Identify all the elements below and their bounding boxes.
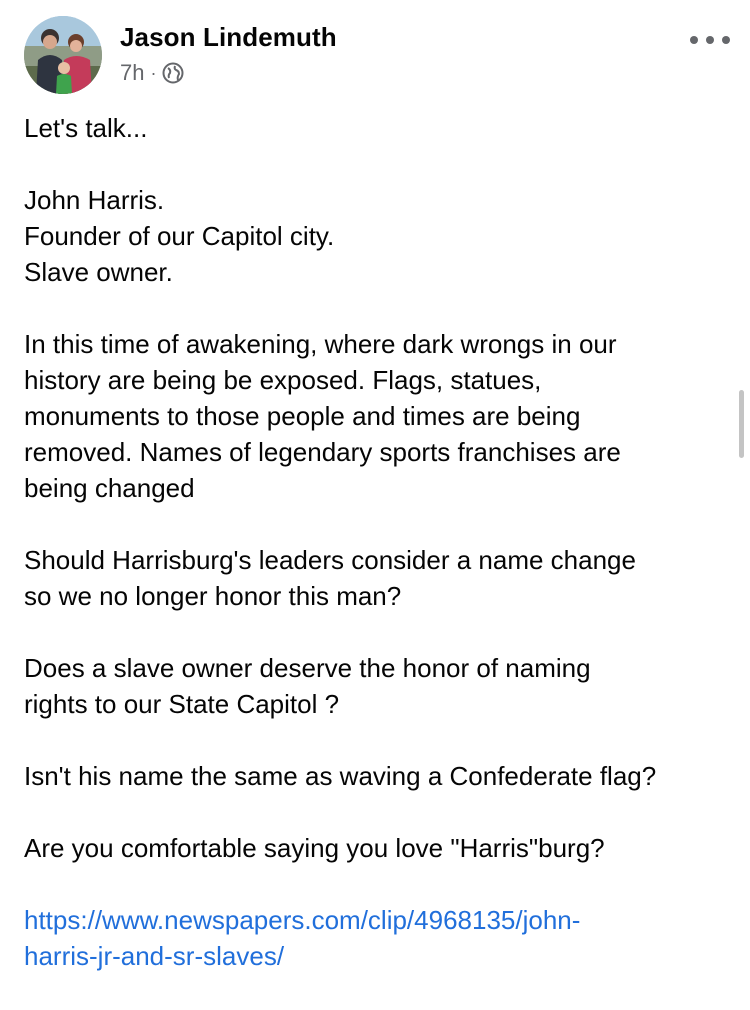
post-body: Let's talk... John Harris. Founder of ou… bbox=[24, 110, 724, 1010]
text-line: John Harris. bbox=[24, 185, 165, 215]
scrollbar[interactable] bbox=[739, 390, 744, 458]
paragraph: Isn't his name the same as waving a Conf… bbox=[24, 758, 724, 794]
link-line[interactable]: harris-jr-and-sr-slaves/ bbox=[24, 938, 724, 974]
globe-icon[interactable] bbox=[162, 62, 184, 84]
more-horizontal-icon[interactable] bbox=[690, 28, 730, 52]
text-line: In this time of awakening, where dark wr… bbox=[24, 329, 617, 359]
paragraph: Does a slave owner deserve the honor of … bbox=[24, 650, 724, 722]
text-line: Should Harrisburg's leaders consider a n… bbox=[24, 545, 636, 575]
paragraph: Are you comfortable saying you love "Har… bbox=[24, 830, 724, 866]
facebook-post: Jason Lindemuth 7h · Let's talk... John … bbox=[0, 0, 750, 982]
link-line[interactable]: https://www.newspapers.com/clip/4968135/… bbox=[24, 902, 724, 938]
post-meta: 7h · bbox=[120, 60, 184, 86]
text-line: Does a slave owner deserve the honor of … bbox=[24, 653, 591, 683]
author-name[interactable]: Jason Lindemuth bbox=[120, 22, 337, 53]
text-line: rights to our State Capitol ? bbox=[24, 689, 340, 719]
text-line: Are you comfortable saying you love "Har… bbox=[24, 833, 605, 863]
text-line: Isn't his name the same as waving a Conf… bbox=[24, 761, 657, 791]
post-header: Jason Lindemuth 7h · bbox=[24, 14, 730, 98]
meta-separator: · bbox=[150, 62, 157, 83]
text-line: monuments to those people and times are … bbox=[24, 401, 581, 431]
text-line: removed. Names of legendary sports franc… bbox=[24, 437, 621, 467]
paragraph: In this time of awakening, where dark wr… bbox=[24, 326, 724, 506]
author-avatar[interactable] bbox=[24, 16, 102, 94]
paragraph: John Harris. Founder of our Capitol city… bbox=[24, 182, 724, 290]
text-line: being changed bbox=[24, 473, 195, 503]
paragraph: Let's talk... bbox=[24, 110, 724, 146]
text-line: Slave owner. bbox=[24, 257, 173, 287]
text-line: history are being be exposed. Flags, sta… bbox=[24, 365, 542, 395]
text-line: Founder of our Capitol city. bbox=[24, 221, 335, 251]
link-paragraph: https://www.newspapers.com/clip/4968135/… bbox=[24, 902, 724, 974]
text-line: Let's talk... bbox=[24, 113, 148, 143]
paragraph: Should Harrisburg's leaders consider a n… bbox=[24, 542, 724, 614]
text-line: so we no longer honor this man? bbox=[24, 581, 402, 611]
post-time[interactable]: 7h bbox=[120, 60, 144, 86]
article-link[interactable]: https://www.newspapers.com/clip/4968135/… bbox=[24, 902, 724, 974]
